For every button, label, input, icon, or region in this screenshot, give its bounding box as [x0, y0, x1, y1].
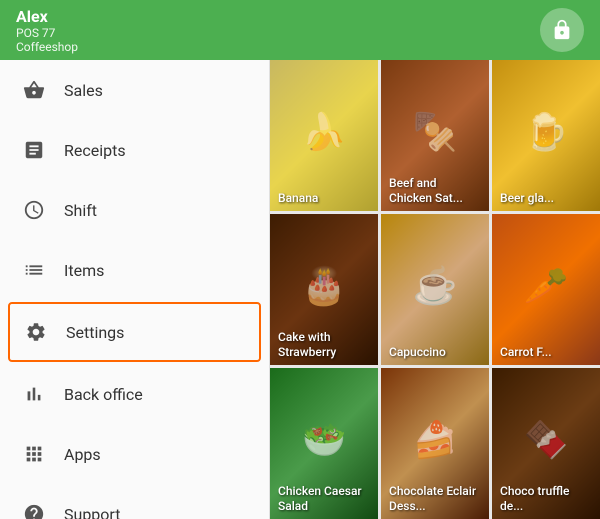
- items-label: Items: [64, 261, 104, 280]
- gear-icon: [22, 318, 50, 346]
- main-content: Sales Receipts Shift: [0, 60, 600, 519]
- food-item-chicken-caesar[interactable]: 🥗Chicken Caesar Salad: [270, 368, 378, 519]
- food-item-label: Cake with Strawberry: [278, 330, 370, 359]
- lock-button[interactable]: [540, 8, 584, 52]
- apps-icon: [20, 440, 48, 468]
- sidebar-item-receipts[interactable]: Receipts: [0, 120, 269, 180]
- food-item-label: Beef and Chicken Sat...: [389, 176, 481, 205]
- receipt-icon: [20, 136, 48, 164]
- sidebar-item-shift[interactable]: Shift: [0, 180, 269, 240]
- support-label: Support: [64, 505, 120, 519]
- shop-name: Coffeeshop: [16, 40, 78, 54]
- food-item-beer[interactable]: 🍺Beer gla...: [492, 60, 600, 211]
- lock-icon: [551, 19, 573, 41]
- food-item-beef-chicken[interactable]: 🍢Beef and Chicken Sat...: [381, 60, 489, 211]
- basket-icon: [20, 76, 48, 104]
- sidebar-item-apps[interactable]: Apps: [0, 424, 269, 484]
- food-item-label: Banana: [278, 191, 318, 205]
- food-item-chocolate-eclair[interactable]: 🍰Chocolate Eclair Dess...: [381, 368, 489, 519]
- user-info: Alex POS 77 Coffeeshop: [16, 7, 78, 54]
- sidebar-item-items[interactable]: Items: [0, 240, 269, 300]
- food-item-label: Chocolate Eclair Dess...: [389, 484, 481, 513]
- pos-id: POS 77: [16, 26, 78, 40]
- help-icon: [20, 500, 48, 519]
- sidebar: Sales Receipts Shift: [0, 60, 270, 519]
- sales-label: Sales: [64, 81, 103, 100]
- food-item-choco-truffle[interactable]: 🍫Choco truffle de...: [492, 368, 600, 519]
- food-item-label: Choco truffle de...: [500, 484, 592, 513]
- chart-icon: [20, 380, 48, 408]
- list-icon: [20, 256, 48, 284]
- sidebar-item-sales[interactable]: Sales: [0, 60, 269, 120]
- food-item-banana[interactable]: 🍌Banana: [270, 60, 378, 211]
- food-item-label: Chicken Caesar Salad: [278, 484, 370, 513]
- sidebar-item-support[interactable]: Support: [0, 484, 269, 519]
- sidebar-item-settings[interactable]: Settings: [8, 302, 261, 362]
- sidebar-item-back-office[interactable]: Back office: [0, 364, 269, 424]
- food-item-cake[interactable]: 🎂Cake with Strawberry: [270, 214, 378, 365]
- apps-label: Apps: [64, 445, 101, 464]
- shift-label: Shift: [64, 201, 97, 220]
- settings-label: Settings: [66, 323, 124, 342]
- food-item-cappuccino[interactable]: ☕Capuccino: [381, 214, 489, 365]
- food-item-label: Carrot F...: [500, 345, 552, 359]
- food-item-carrot[interactable]: 🥕Carrot F...: [492, 214, 600, 365]
- food-grid: 🍌Banana🍢Beef and Chicken Sat...🍺Beer gla…: [270, 60, 600, 519]
- back-office-label: Back office: [64, 385, 143, 404]
- receipts-label: Receipts: [64, 141, 126, 160]
- clock-icon: [20, 196, 48, 224]
- app-header: Alex POS 77 Coffeeshop: [0, 0, 600, 60]
- user-name: Alex: [16, 7, 78, 26]
- food-item-label: Beer gla...: [500, 191, 554, 205]
- food-item-label: Capuccino: [389, 345, 446, 359]
